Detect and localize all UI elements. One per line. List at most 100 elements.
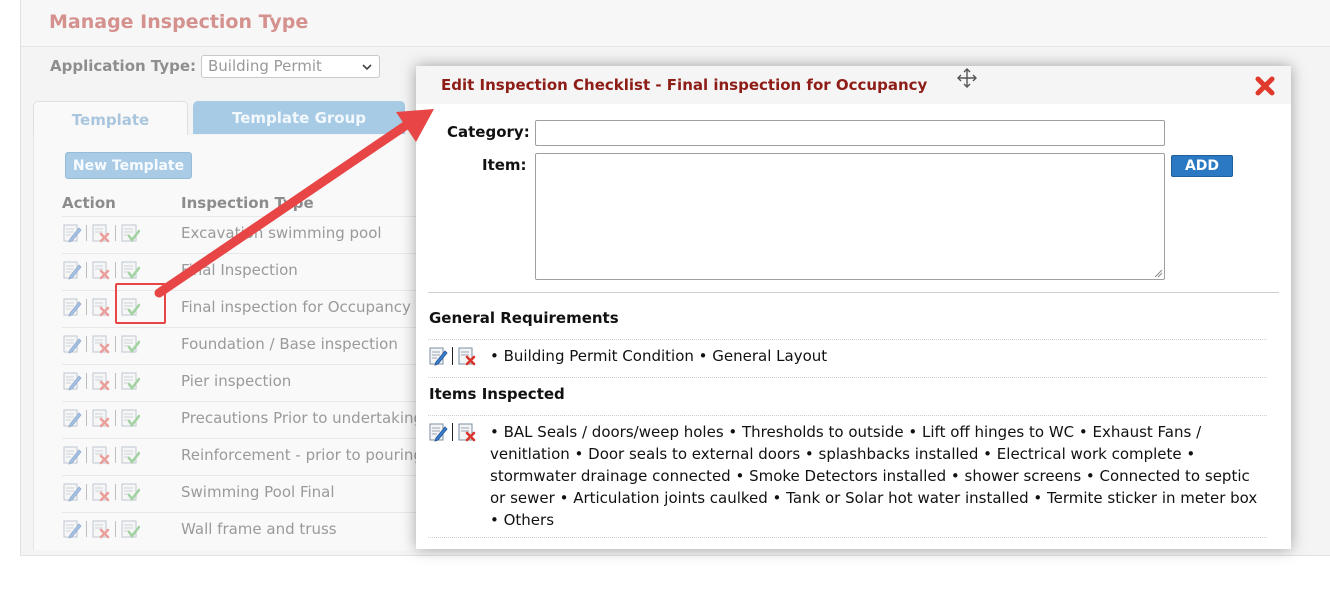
- table-row-label: Final Inspection: [181, 261, 298, 279]
- section-divider: [428, 537, 1267, 538]
- checklist-icon[interactable]: [120, 408, 140, 428]
- action-separator: [86, 299, 87, 315]
- new-template-button[interactable]: New Template: [65, 152, 192, 179]
- row-divider: [62, 475, 422, 476]
- table-row-label: Foundation / Base inspection: [181, 335, 398, 353]
- item-label: Item:: [482, 156, 527, 174]
- checklist-icon[interactable]: [120, 371, 140, 391]
- edit-icon[interactable]: [62, 334, 82, 354]
- section-title-general-requirements: General Requirements: [429, 309, 619, 327]
- row-divider: [62, 364, 422, 365]
- table-row-label: Pier inspection: [181, 372, 292, 390]
- edit-icon[interactable]: [428, 346, 448, 366]
- tab-template-group[interactable]: Template Group: [193, 101, 405, 134]
- action-separator: [452, 423, 453, 441]
- row-divider: [62, 253, 422, 254]
- edit-icon[interactable]: [62, 408, 82, 428]
- table-row-actions: [62, 445, 140, 465]
- chevron-down-icon: [362, 64, 372, 71]
- edit-checklist-dialog: Edit Inspection Checklist - Final inspec…: [416, 66, 1291, 549]
- table-row-actions: [62, 519, 140, 539]
- table-row-actions: [62, 408, 140, 428]
- dialog-header[interactable]: Edit Inspection Checklist - Final inspec…: [416, 66, 1291, 104]
- table-row-actions: [62, 482, 140, 502]
- delete-icon[interactable]: [91, 223, 111, 243]
- category-input[interactable]: [535, 120, 1165, 146]
- action-separator: [86, 373, 87, 389]
- delete-icon[interactable]: [91, 297, 111, 317]
- checklist-icon[interactable]: [120, 223, 140, 243]
- action-separator: [452, 347, 453, 365]
- action-separator: [86, 336, 87, 352]
- edit-icon[interactable]: [62, 297, 82, 317]
- action-separator: [115, 447, 116, 463]
- action-separator: [86, 447, 87, 463]
- section-items-items-inspected: • BAL Seals / doors/weep holes • Thresho…: [490, 423, 1258, 529]
- row-divider: [62, 438, 422, 439]
- action-separator: [115, 336, 116, 352]
- action-separator: [115, 262, 116, 278]
- action-separator: [86, 225, 87, 241]
- table-row-actions: [62, 223, 140, 243]
- page-title: Manage Inspection Type: [49, 11, 309, 33]
- checklist-icon[interactable]: [120, 445, 140, 465]
- checklist-icon[interactable]: [120, 260, 140, 280]
- table-row-label: Final inspection for Occupancy: [181, 298, 411, 316]
- resize-grip-icon[interactable]: [1153, 268, 1163, 278]
- checklist-icon[interactable]: [120, 519, 140, 539]
- delete-icon[interactable]: [91, 519, 111, 539]
- edit-icon[interactable]: [62, 519, 82, 539]
- close-icon[interactable]: [1254, 75, 1276, 97]
- action-separator: [86, 262, 87, 278]
- edit-icon[interactable]: [428, 422, 448, 442]
- item-textarea[interactable]: [535, 153, 1165, 280]
- delete-icon[interactable]: [91, 482, 111, 502]
- application-type-value: Building Permit: [208, 57, 322, 75]
- edit-icon[interactable]: [62, 445, 82, 465]
- action-separator: [86, 410, 87, 426]
- action-separator: [115, 225, 116, 241]
- table-row-label: Reinforcement - prior to pouring: [181, 446, 423, 464]
- row-divider: [62, 216, 422, 217]
- section-divider: [428, 339, 1267, 340]
- table-row-actions: [62, 371, 140, 391]
- action-separator: [115, 373, 116, 389]
- tab-template[interactable]: Template: [33, 101, 188, 136]
- section-title-items-inspected: Items Inspected: [429, 385, 565, 403]
- table-row-label: Swimming Pool Final: [181, 483, 335, 501]
- checklist-icon[interactable]: [120, 334, 140, 354]
- row-divider: [62, 401, 422, 402]
- delete-icon[interactable]: [457, 346, 477, 366]
- edit-icon[interactable]: [62, 260, 82, 280]
- edit-icon[interactable]: [62, 482, 82, 502]
- application-type-select[interactable]: Building Permit: [201, 55, 380, 78]
- delete-icon[interactable]: [91, 260, 111, 280]
- delete-icon[interactable]: [91, 445, 111, 465]
- action-separator: [115, 410, 116, 426]
- row-divider: [62, 327, 422, 328]
- action-separator: [86, 521, 87, 537]
- table-row-label: Excavation swimming pool: [181, 224, 382, 242]
- column-header-inspection-type: Inspection Type: [181, 194, 314, 212]
- delete-icon[interactable]: [91, 334, 111, 354]
- delete-icon[interactable]: [91, 408, 111, 428]
- table-row-actions: [62, 260, 140, 280]
- section-actions: [428, 346, 477, 366]
- move-icon[interactable]: [955, 66, 979, 90]
- dialog-divider: [428, 292, 1279, 293]
- edit-icon[interactable]: [62, 371, 82, 391]
- edit-icon[interactable]: [62, 223, 82, 243]
- table-row-actions: [62, 334, 140, 354]
- action-separator: [86, 484, 87, 500]
- delete-icon[interactable]: [457, 422, 477, 442]
- dialog-title: Edit Inspection Checklist - Final inspec…: [441, 76, 928, 94]
- checklist-icon[interactable]: [120, 482, 140, 502]
- action-separator: [115, 484, 116, 500]
- column-header-action: Action: [62, 194, 116, 212]
- delete-icon[interactable]: [91, 371, 111, 391]
- application-type-label: Application Type:: [50, 57, 197, 75]
- table-row-label: Wall frame and truss: [181, 520, 337, 538]
- add-button[interactable]: ADD: [1171, 155, 1233, 177]
- annotation-highlight-box: [115, 283, 166, 324]
- section-divider: [428, 415, 1267, 416]
